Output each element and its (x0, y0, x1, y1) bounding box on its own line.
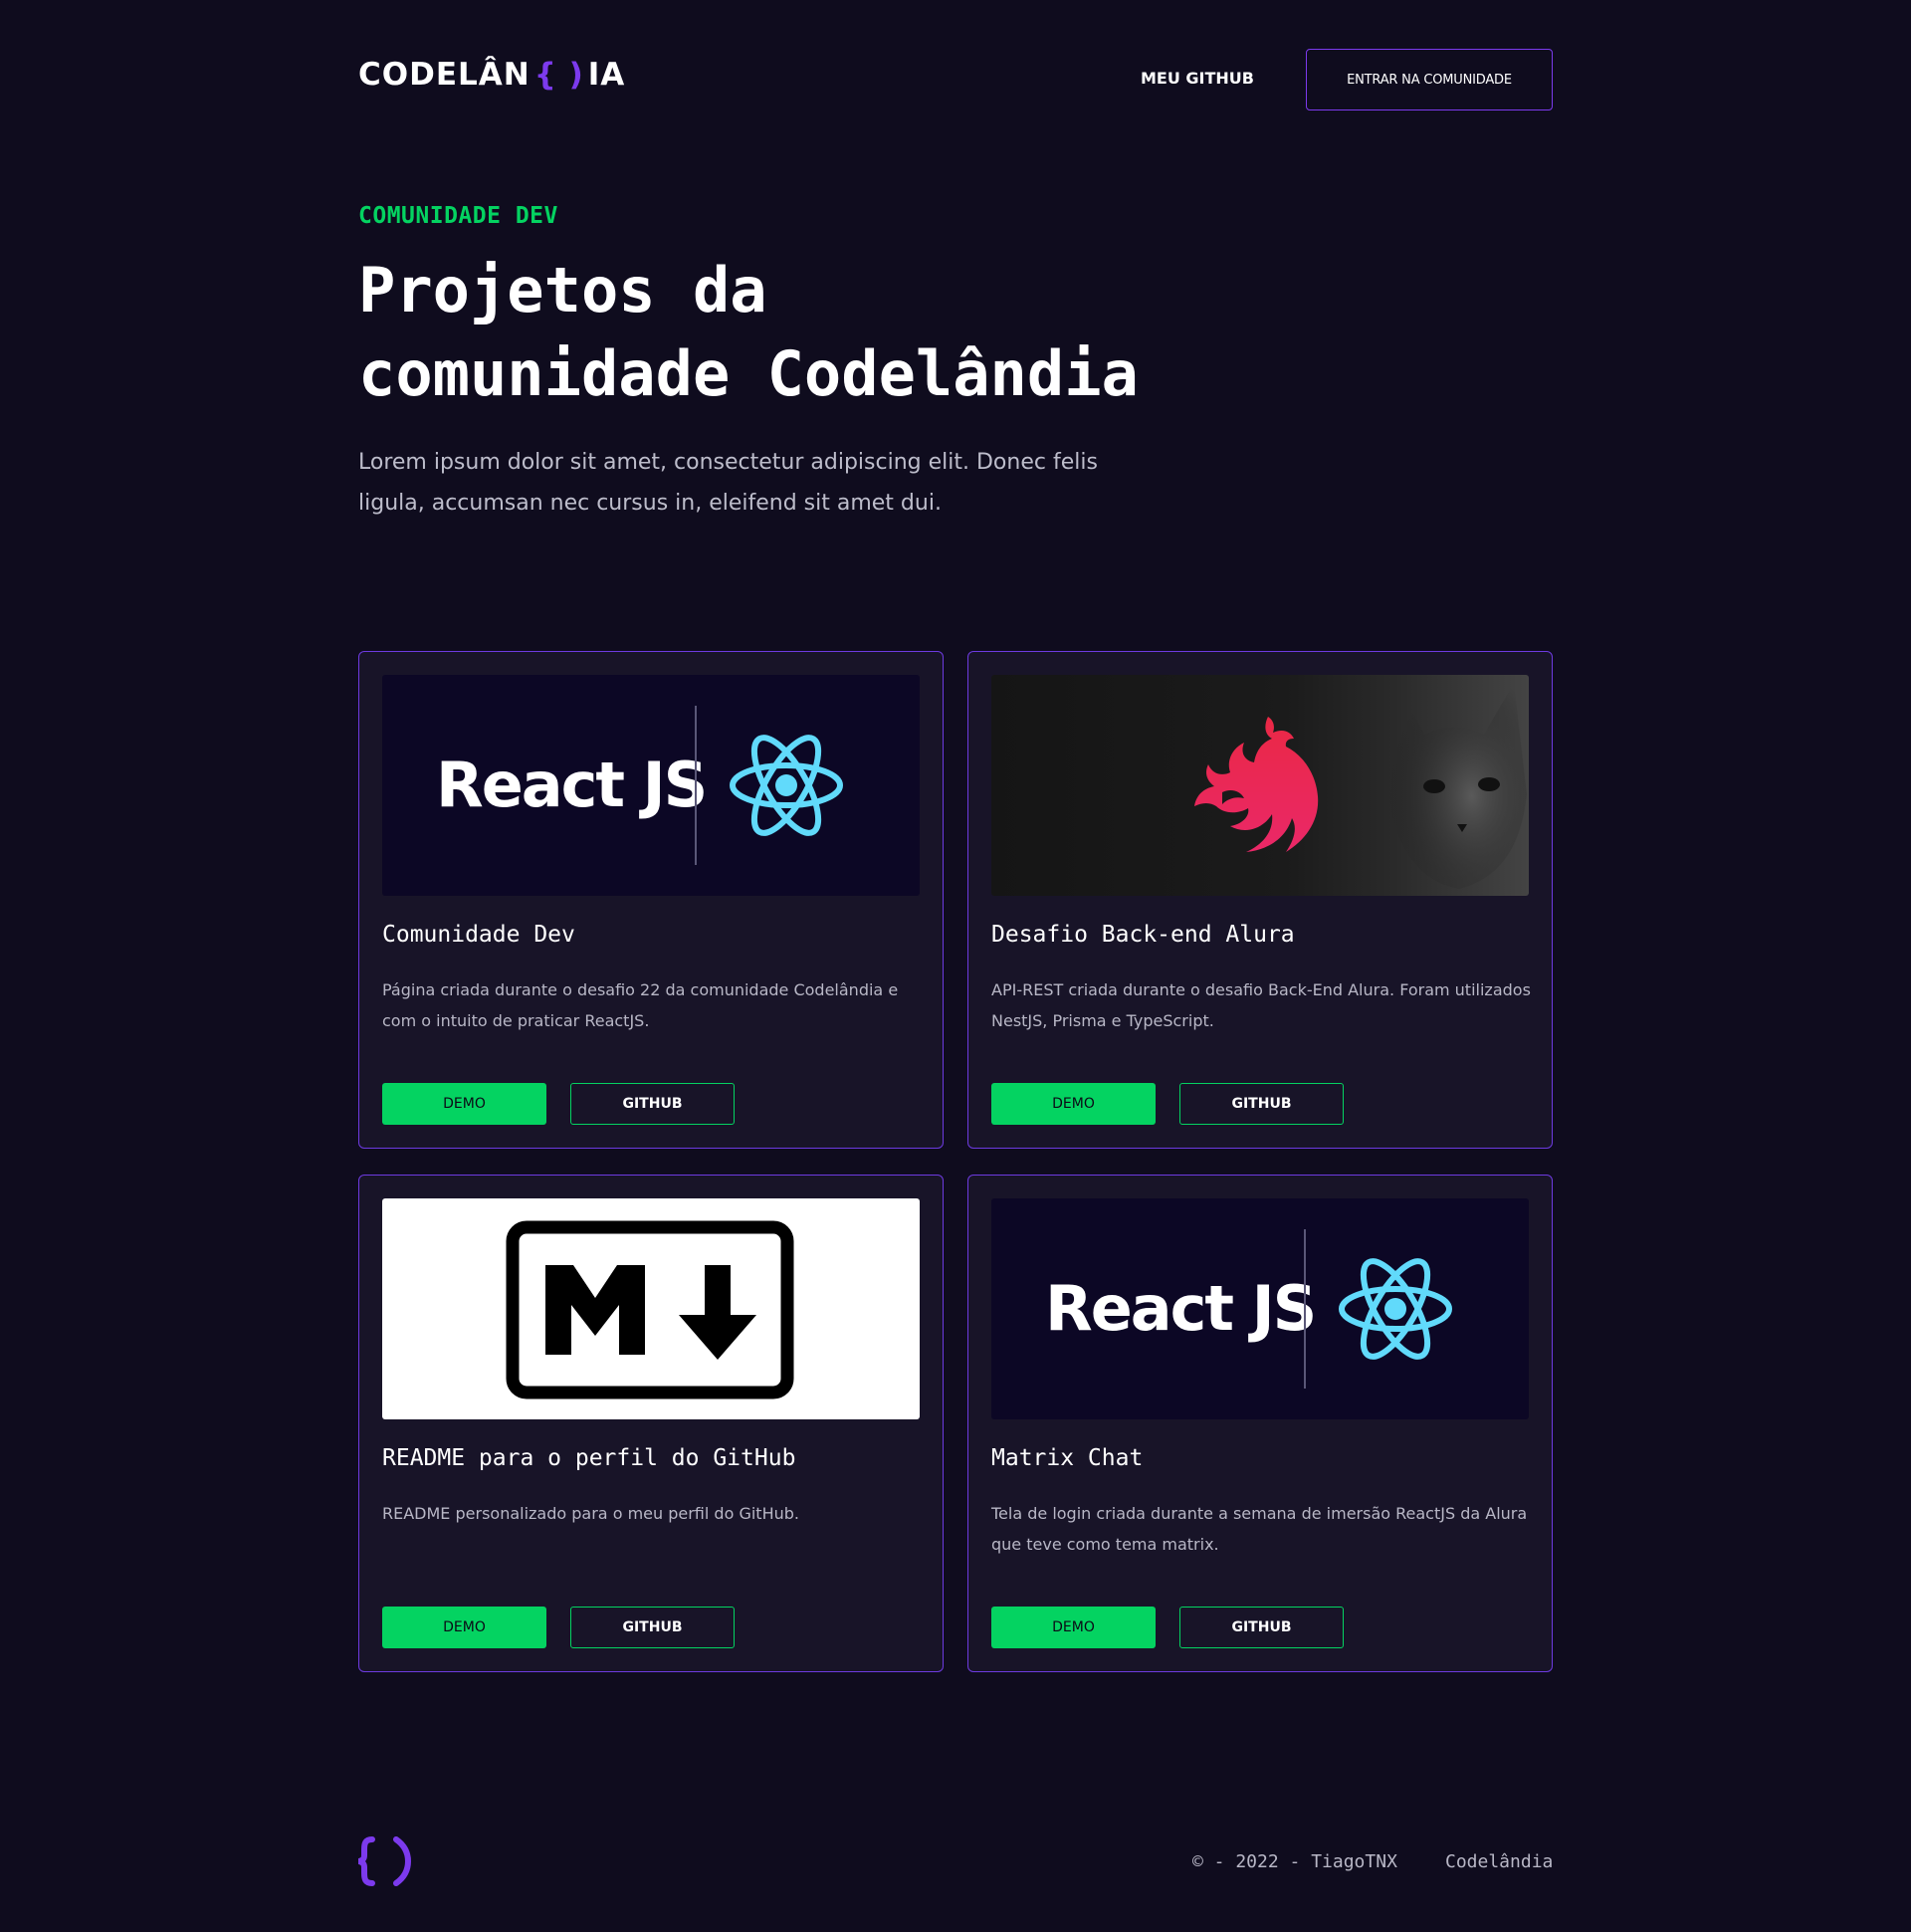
nav-link-my-github[interactable]: MEU GITHUB (1141, 69, 1254, 88)
project-description: README personalizado para o meu perfil d… (382, 1504, 799, 1523)
github-button[interactable]: GITHUB (570, 1083, 735, 1125)
site-logo[interactable]: CODELÂN{ ) IA (358, 57, 625, 93)
github-button[interactable]: GITHUB (1179, 1083, 1344, 1125)
nestjs-logo-icon (1194, 717, 1319, 852)
react-wordmark: React JS (1045, 1272, 1317, 1345)
demo-button[interactable]: DEMO (382, 1607, 546, 1648)
project-thumbnail (991, 675, 1529, 896)
footer-brand-link[interactable]: Codelândia (1445, 1851, 1553, 1872)
page-title: Projetos da comunidade Codelândia (358, 249, 1254, 416)
project-title: Comunidade Dev (382, 922, 575, 948)
project-thumbnail: React JS (991, 1198, 1529, 1419)
project-card: Desafio Back-end Alura API-REST criada d… (967, 651, 1553, 1149)
project-title: README para o perfil do GitHub (382, 1445, 796, 1471)
logo-braces-icon: { ) (533, 57, 584, 93)
project-card: README para o perfil do GitHub README pe… (358, 1175, 944, 1672)
hero-subtitle: Lorem ipsum dolor sit amet, consectetur … (358, 450, 1098, 516)
cat-silhouette-image (1389, 683, 1527, 889)
project-description: API-REST criada durante o desafio Back-E… (991, 980, 1531, 1030)
join-community-button[interactable]: ENTRAR NA COMUNIDADE (1306, 49, 1553, 110)
project-description: Tela de login criada durante a semana de… (991, 1504, 1528, 1554)
demo-button[interactable]: DEMO (991, 1607, 1156, 1648)
thumbnail-divider (1304, 1229, 1306, 1389)
footer-copyright: © - 2022 - TiagoTNX (1192, 1851, 1397, 1872)
demo-button[interactable]: DEMO (991, 1083, 1156, 1125)
project-description: Página criada durante o desafio 22 da co… (382, 980, 899, 1030)
braces-icon (358, 1836, 412, 1886)
site-header: CODELÂN{ ) IA MEU GITHUB ENTRAR NA COMUNI… (358, 49, 1553, 110)
github-button[interactable]: GITHUB (1179, 1607, 1344, 1648)
markdown-thumbnail (382, 1198, 920, 1419)
hero-eyebrow: COMUNIDADE DEV (358, 203, 558, 229)
react-logo-thumbnail: React JS (991, 1198, 1529, 1419)
react-logo-thumbnail: React JS (382, 675, 920, 896)
page-title-line-1: Projetos da (358, 254, 767, 326)
logo-text-right: IA (587, 57, 626, 93)
project-card: React JS Comunidade Dev Página criada du… (358, 651, 944, 1149)
project-thumbnail (382, 1198, 920, 1419)
logo-text-left: CODELÂN (358, 57, 531, 93)
thumbnail-divider (695, 706, 697, 865)
project-title: Desafio Back-end Alura (991, 922, 1295, 948)
react-wordmark: React JS (436, 749, 708, 821)
github-button[interactable]: GITHUB (570, 1607, 735, 1648)
project-title: Matrix Chat (991, 1445, 1144, 1471)
nestjs-thumbnail (991, 675, 1529, 896)
markdown-logo-icon (506, 1220, 794, 1399)
react-atom-icon (730, 735, 843, 836)
react-atom-icon (1339, 1258, 1452, 1360)
demo-button[interactable]: DEMO (382, 1083, 546, 1125)
project-card: React JS Matrix Chat Tela de login criad… (967, 1175, 1553, 1672)
project-thumbnail: React JS (382, 675, 920, 896)
page-title-line-2: comunidade Codelândia (358, 337, 1139, 410)
